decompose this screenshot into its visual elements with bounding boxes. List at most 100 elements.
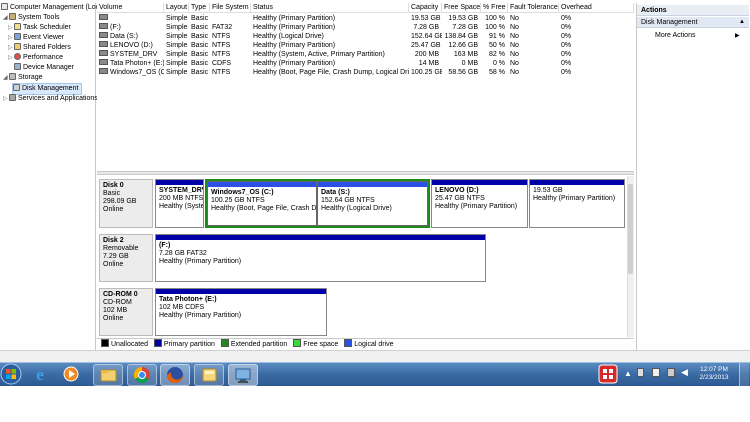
volume-cell[interactable]: Healthy (Primary Partition)	[251, 59, 409, 68]
volume-cell[interactable]: Healthy (Boot, Page File, Crash Dump, Lo…	[251, 68, 409, 77]
file-explorer-button[interactable]	[93, 364, 123, 386]
tree-item-system-tools[interactable]: ◢ System Tools	[3, 13, 60, 23]
volume-cell[interactable]: 0%	[559, 32, 634, 41]
volume-cell[interactable]: Basic	[189, 68, 210, 77]
volume-cell[interactable]: FAT32	[210, 23, 251, 32]
volume-cell[interactable]: 58 %	[481, 68, 508, 77]
volume-cell[interactable]: 14 MB	[409, 59, 442, 68]
cdrom-0-label[interactable]: CD-ROM 0 CD-ROM 102 MB Online	[99, 288, 153, 336]
volume-cell[interactable]	[97, 14, 164, 23]
folder-button[interactable]	[194, 364, 224, 386]
show-desktop-button[interactable]	[739, 363, 749, 386]
volume-cell[interactable]: Simple	[164, 14, 189, 23]
collapse-triangle-icon[interactable]: ▲	[739, 17, 745, 28]
tree-item-device-manager[interactable]: Device Manager	[14, 63, 74, 73]
volume-cell[interactable]: 50 %	[481, 41, 508, 50]
partition-tata-photon[interactable]: Tata Photon+ (E:) 102 MB CDFS Healthy (Pri…	[155, 288, 327, 336]
volume-cell[interactable]: Basic	[189, 59, 210, 68]
volume-cell[interactable]: Basic	[189, 50, 210, 59]
volume-cell[interactable]: 58.56 GB	[442, 68, 481, 77]
tree-item-task-scheduler[interactable]: ▷ Task Scheduler	[8, 23, 71, 33]
volume-cell[interactable]: No	[508, 50, 559, 59]
column-header-type[interactable]: Type	[189, 3, 210, 13]
volume-cell[interactable]: Simple	[164, 68, 189, 77]
volume-cell[interactable]: NTFS	[210, 41, 251, 50]
volume-cell[interactable]	[210, 14, 251, 23]
volume-cell[interactable]: Basic	[189, 14, 210, 23]
volume-cell[interactable]: NTFS	[210, 32, 251, 41]
tree-item-storage[interactable]: ◢ Storage	[3, 73, 43, 83]
volume-cell[interactable]: 0 MB	[442, 59, 481, 68]
column-header-free-space[interactable]: Free Space	[442, 3, 481, 13]
firefox-button[interactable]	[160, 364, 190, 386]
partition-data[interactable]: Data (S:) 152.64 GB NTFS Healthy (Logical …	[317, 181, 428, 226]
internet-explorer-icon[interactable]: e	[30, 365, 50, 383]
column-header-percent-free[interactable]: % Free	[481, 3, 508, 13]
extended-partition[interactable]: Windows7_OS (C:) 100.25 GB NTFS Healthy (B…	[205, 179, 430, 228]
volume-cell[interactable]: 0%	[559, 23, 634, 32]
network-icon[interactable]	[667, 368, 675, 377]
volume-cell[interactable]: Simple	[164, 59, 189, 68]
computer-management-button[interactable]	[228, 364, 258, 386]
partition-unnamed[interactable]: 19.53 GB Healthy (Primary Partition)	[529, 179, 625, 228]
notification-app-icon[interactable]	[598, 364, 618, 384]
volume-cell[interactable]: 7.28 GB	[442, 23, 481, 32]
column-header-volume[interactable]: Volume	[97, 3, 164, 13]
battery-icon[interactable]	[652, 368, 660, 377]
windows-start-icon[interactable]	[0, 363, 22, 385]
volume-cell[interactable]: No	[508, 23, 559, 32]
partition-windows7-os[interactable]: Windows7_OS (C:) 100.25 GB NTFS Healthy (B…	[207, 181, 317, 226]
volume-cell[interactable]: 0%	[559, 41, 634, 50]
volume-cell[interactable]: 12.66 GB	[442, 41, 481, 50]
volume-cell[interactable]: NTFS	[210, 50, 251, 59]
volume-cell[interactable]: 0 %	[481, 59, 508, 68]
volume-cell[interactable]: No	[508, 59, 559, 68]
column-header-file-system[interactable]: File System	[210, 3, 251, 13]
volume-cell[interactable]: 0%	[559, 50, 634, 59]
volume-cell[interactable]: No	[508, 14, 559, 23]
column-header-layout[interactable]: Layout	[164, 3, 189, 13]
volume-cell[interactable]: NTFS	[210, 68, 251, 77]
pane-splitter[interactable]	[97, 171, 634, 175]
media-player-icon[interactable]	[61, 365, 81, 383]
volume-cell[interactable]: 0%	[559, 59, 634, 68]
tree-item-event-viewer[interactable]: ▷ Event Viewer	[8, 33, 64, 43]
volume-cell[interactable]: 91 %	[481, 32, 508, 41]
column-header-fault-tolerance[interactable]: Fault Tolerance	[508, 3, 559, 13]
volume-cell[interactable]: 0%	[559, 68, 634, 77]
volume-cell[interactable]: CDFS	[210, 59, 251, 68]
volume-cell[interactable]: Simple	[164, 32, 189, 41]
volume-cell[interactable]: No	[508, 32, 559, 41]
volume-cell[interactable]: 0%	[559, 14, 634, 23]
column-header-status[interactable]: Status	[251, 3, 409, 13]
tree-item-performance[interactable]: ▷ Performance	[8, 53, 63, 63]
column-header-overhead[interactable]: Overhead	[559, 3, 634, 13]
volume-cell[interactable]: 152.64 GB	[409, 32, 442, 41]
volume-cell[interactable]: 138.84 GB	[442, 32, 481, 41]
scrollbar-thumb[interactable]	[628, 184, 633, 274]
volume-cell[interactable]: Simple	[164, 23, 189, 32]
volume-icon[interactable]: ◀	[681, 367, 688, 378]
more-actions-link[interactable]: More Actions ▶	[655, 31, 740, 41]
volume-cell[interactable]: 100.25 GB	[409, 68, 442, 77]
column-header-capacity[interactable]: Capacity	[409, 3, 442, 13]
volume-cell[interactable]: Windows7_OS (C:)	[97, 68, 164, 77]
volume-cell[interactable]: Simple	[164, 50, 189, 59]
disk-2-label[interactable]: Disk 2 Removable 7.29 GB Online	[99, 234, 153, 282]
tree-item-services-and-applications[interactable]: ▷ Services and Applications	[3, 94, 98, 104]
volume-cell[interactable]: LENOVO (D:)	[97, 41, 164, 50]
actions-section-disk-management[interactable]: Disk Management ▲	[637, 17, 749, 28]
volume-cell[interactable]: Healthy (Primary Partition)	[251, 14, 409, 23]
volume-cell[interactable]: No	[508, 41, 559, 50]
partition-system-drv[interactable]: SYSTEM_DRV 200 MB NTFS Healthy (Syste	[155, 179, 204, 228]
volume-cell[interactable]: 7.28 GB	[409, 23, 442, 32]
collapse-arrow-icon[interactable]: ▷	[8, 53, 14, 63]
tree-item-computer-management[interactable]: Computer Management (Local	[1, 3, 105, 13]
volume-cell[interactable]: 19.53 GB	[442, 14, 481, 23]
flag-icon[interactable]	[637, 368, 644, 377]
volume-cell[interactable]: Tata Photon+ (E:)	[97, 59, 164, 68]
volume-cell[interactable]: Healthy (Logical Drive)	[251, 32, 409, 41]
partition-f-drive[interactable]: (F:) 7.28 GB FAT32 Healthy (Primary Partit…	[155, 234, 486, 282]
volume-cell[interactable]: 163 MB	[442, 50, 481, 59]
volume-cell[interactable]: Basic	[189, 41, 210, 50]
